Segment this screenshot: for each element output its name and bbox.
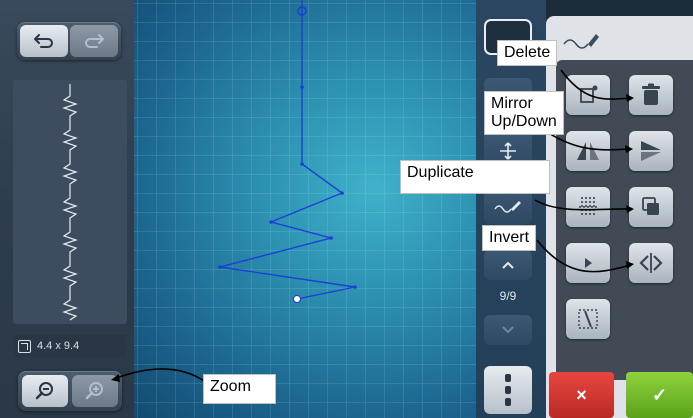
stitch-pencil-icon <box>494 201 521 213</box>
stitch-preview <box>13 80 127 324</box>
size-readout: 4.4 x 9.4 <box>14 335 126 357</box>
chevron-up-icon <box>502 261 514 269</box>
dotted-lines-icon <box>579 197 597 217</box>
trash-icon <box>642 83 660 105</box>
play-button[interactable] <box>566 243 610 283</box>
stitch-point[interactable] <box>329 236 333 240</box>
edit-stitch-header-icon <box>563 34 599 49</box>
duplicate-button[interactable] <box>629 187 673 227</box>
shear-icon <box>578 309 598 329</box>
redo-button[interactable] <box>70 25 118 57</box>
next-point-button[interactable] <box>484 315 532 345</box>
invert-icon <box>639 253 663 273</box>
play-icon <box>585 258 592 268</box>
invert-button[interactable] <box>629 243 673 283</box>
point-counter: 9/9 <box>499 289 517 303</box>
app-frame: 4.4 x 9.4 9/9 × ✓ Delete Mirror Up/Down … <box>0 0 693 418</box>
callout-invert: Invert <box>482 225 537 251</box>
mirror-up-down-icon <box>641 141 661 161</box>
multiply-button[interactable] <box>566 187 610 227</box>
stitch-point[interactable] <box>353 285 357 289</box>
callout-delete: Delete <box>497 40 558 66</box>
callout-duplicate: Duplicate <box>400 160 550 194</box>
redo-arrow-icon <box>85 34 104 48</box>
undo-redo-group <box>17 22 121 60</box>
zoom-group <box>18 371 122 411</box>
resize-icon <box>18 339 31 353</box>
callout-zoom: Zoom <box>203 374 276 404</box>
stitch-canvas[interactable] <box>134 0 476 418</box>
selected-point-marker[interactable] <box>293 295 301 303</box>
cancel-button[interactable]: × <box>549 372 614 418</box>
stitch-point[interactable] <box>300 162 304 166</box>
mirror-left-right-icon <box>577 142 599 160</box>
add-point-icon <box>580 85 598 103</box>
undo-arrow-icon <box>34 34 53 48</box>
add-point-button[interactable] <box>566 75 610 115</box>
callout-mirror-line2: Up/Down <box>491 113 557 130</box>
callout-mirror-line1: Mirror <box>491 95 533 112</box>
more-menu-button[interactable] <box>484 366 532 414</box>
edit-tools-grid <box>556 60 693 380</box>
shear-button[interactable] <box>566 299 610 339</box>
zoom-in-button[interactable] <box>72 375 118 407</box>
confirm-button[interactable]: ✓ <box>626 372 693 418</box>
left-panel: 4.4 x 9.4 <box>0 0 134 418</box>
vertical-dots-icon <box>505 374 511 406</box>
mirror-up-down-button[interactable] <box>629 131 673 171</box>
zoom-out-button[interactable] <box>22 375 68 407</box>
stitch-point[interactable] <box>340 191 344 195</box>
size-text: 4.4 x 9.4 <box>37 340 80 352</box>
stitch-preview-pattern <box>62 84 78 321</box>
previous-point-button[interactable] <box>484 250 532 280</box>
delete-button[interactable] <box>629 75 673 115</box>
undo-button[interactable] <box>20 25 68 57</box>
zoom-out-icon <box>35 382 53 400</box>
edit-panel <box>546 16 693 418</box>
stitch-point[interactable] <box>269 220 273 224</box>
chevron-down-icon <box>502 326 514 334</box>
move-arrows-icon <box>500 142 516 160</box>
stitch-point[interactable] <box>218 265 222 269</box>
zoom-in-icon <box>85 382 103 400</box>
duplicate-icon <box>642 197 659 215</box>
stitch-point[interactable] <box>300 85 304 89</box>
stitch-path[interactable] <box>134 0 476 418</box>
callout-mirror: Mirror Up/Down <box>484 91 564 135</box>
mirror-left-right-button[interactable] <box>566 131 610 171</box>
